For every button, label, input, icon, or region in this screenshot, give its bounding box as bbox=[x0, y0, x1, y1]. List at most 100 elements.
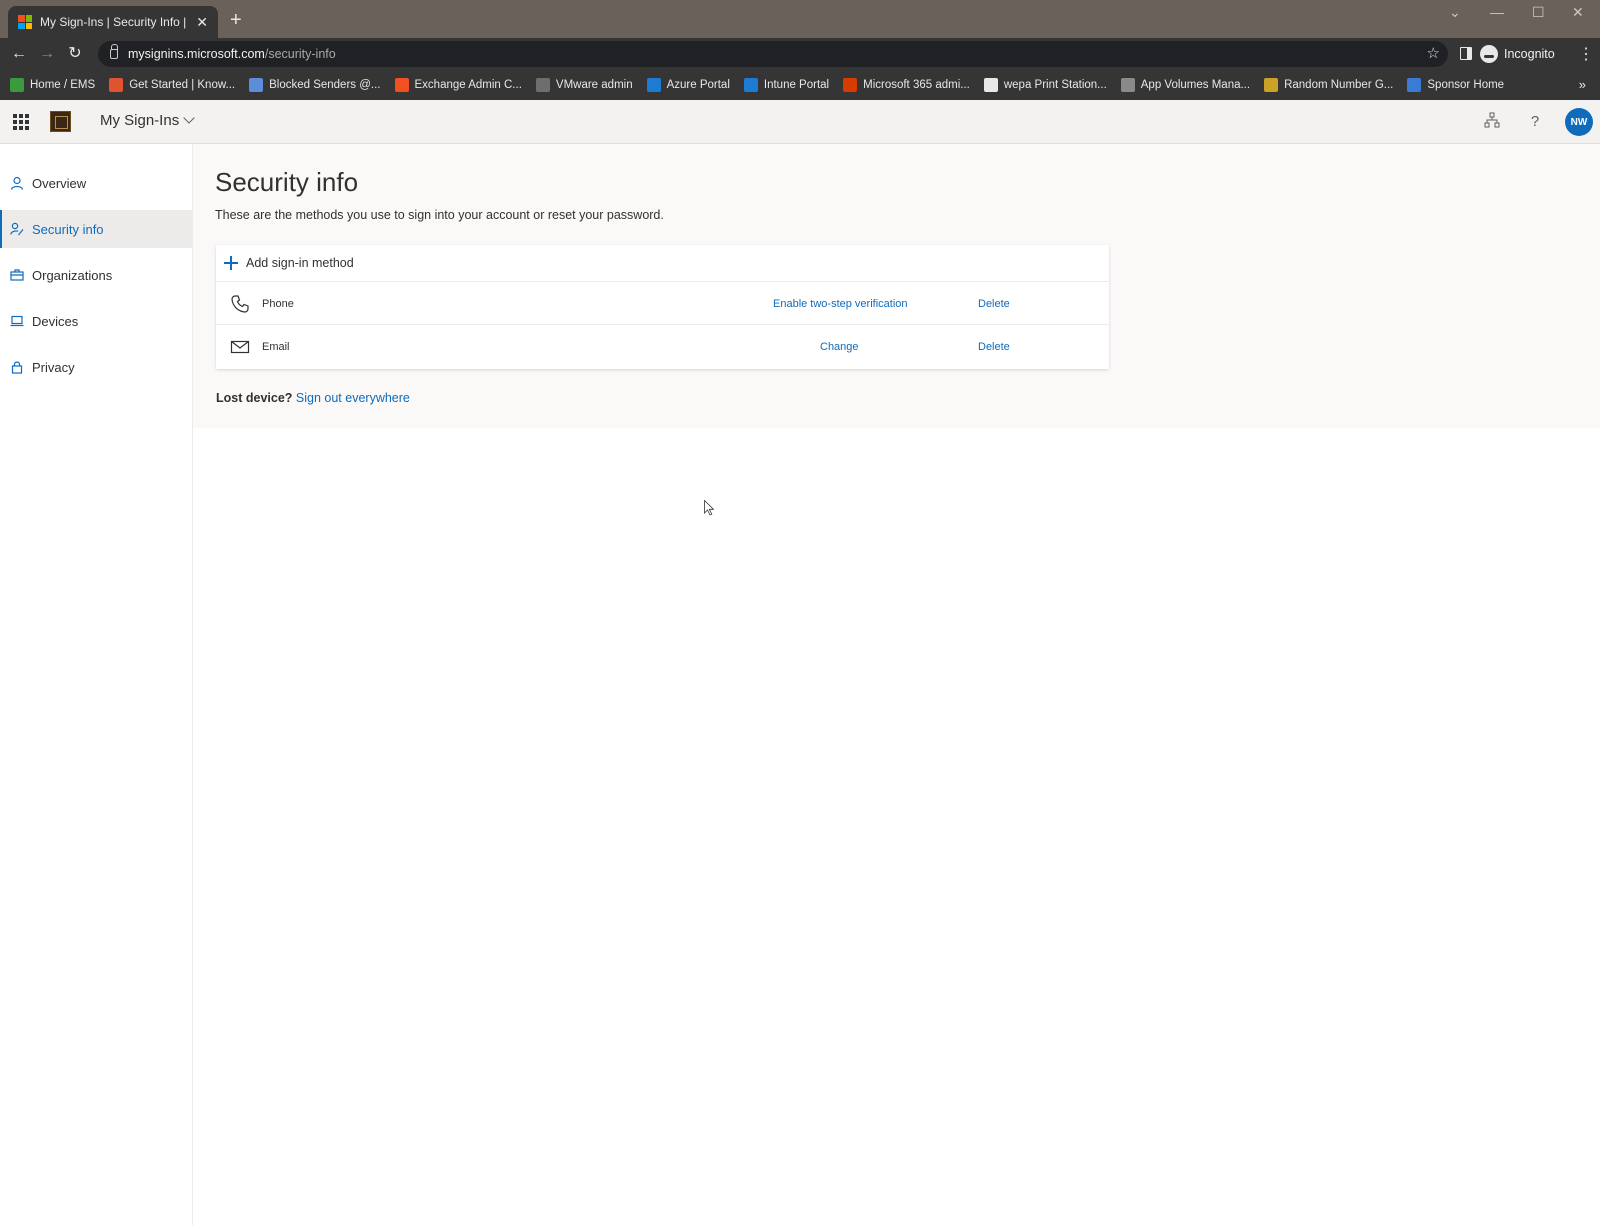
bookmarks-bar: Home / EMS Get Started | Know... Blocked S… bbox=[0, 70, 1600, 100]
bookmark-label: wepa Print Station... bbox=[1003, 79, 1107, 91]
bookmark-label: VMware admin bbox=[555, 79, 633, 91]
method-name: Phone bbox=[262, 298, 294, 310]
bookmark-favicon-icon bbox=[1407, 78, 1422, 92]
app-title: My Sign-Ins bbox=[100, 112, 180, 129]
bookmark-item[interactable]: wepa Print Station... bbox=[983, 78, 1107, 92]
bookmark-item[interactable]: Random Number G... bbox=[1264, 78, 1393, 92]
incognito-icon bbox=[1480, 45, 1498, 63]
app-launcher-icon[interactable] bbox=[13, 114, 29, 130]
sidebar-item-devices[interactable]: Devices bbox=[0, 302, 192, 340]
bookmark-item[interactable]: Exchange Admin C... bbox=[394, 78, 522, 92]
lost-device-label: Lost device? bbox=[216, 391, 293, 405]
incognito-label: Incognito bbox=[1504, 47, 1555, 61]
plus-icon bbox=[224, 256, 238, 270]
more-bookmarks-icon[interactable]: » bbox=[1579, 77, 1586, 92]
method-row-email: Email Change Delete bbox=[216, 325, 1109, 368]
back-button[interactable]: ← bbox=[9, 44, 29, 64]
sidebar-item-label: Privacy bbox=[32, 359, 75, 375]
sidebar-item-overview[interactable]: Overview bbox=[0, 164, 192, 202]
browser-menu-icon[interactable]: ⋮ bbox=[1578, 44, 1594, 64]
sidebar-item-organizations[interactable]: Organizations bbox=[0, 256, 192, 294]
sidebar-item-label: Devices bbox=[32, 313, 79, 329]
change-email-link[interactable]: Change bbox=[820, 341, 859, 353]
bookmark-item[interactable]: App Volumes Mana... bbox=[1120, 78, 1251, 92]
tab-search-icon[interactable]: ⌄ bbox=[1449, 4, 1461, 21]
app-header: My Sign-Ins ? NW bbox=[0, 100, 1600, 144]
url-host: mysignins.microsoft.com bbox=[128, 47, 265, 61]
lost-device-prompt: Lost device? Sign out everywhere bbox=[216, 391, 410, 405]
bookmark-favicon-icon bbox=[1264, 78, 1279, 92]
method-name: Email bbox=[262, 341, 290, 353]
bookmark-item[interactable]: VMware admin bbox=[535, 78, 633, 92]
page-title: Security info bbox=[215, 167, 359, 197]
bookmark-label: Sponsor Home bbox=[1427, 79, 1505, 91]
sign-in-methods-card: Add sign-in method Phone Enable two-step… bbox=[216, 245, 1109, 369]
bookmark-item[interactable]: Sponsor Home bbox=[1407, 78, 1504, 92]
bookmark-label: Azure Portal bbox=[666, 79, 730, 91]
delete-email-link[interactable]: Delete bbox=[978, 341, 1010, 353]
sidebar-item-security-info[interactable]: Security info bbox=[0, 210, 192, 248]
tab-close-icon[interactable]: ✕ bbox=[196, 14, 208, 31]
mouse-cursor-icon bbox=[704, 500, 714, 516]
bookmark-label: Intune Portal bbox=[763, 79, 830, 91]
organization-logo bbox=[50, 111, 71, 132]
app-title-dropdown[interactable]: My Sign-Ins bbox=[100, 112, 195, 129]
bookmark-star-icon[interactable]: ☆ bbox=[1427, 44, 1440, 62]
method-row-phone: Phone Enable two-step verification Delet… bbox=[216, 282, 1109, 325]
bookmark-favicon-icon bbox=[983, 78, 998, 92]
bookmark-favicon-icon bbox=[109, 78, 124, 92]
lock-icon[interactable] bbox=[110, 44, 118, 59]
laptop-icon bbox=[10, 314, 24, 328]
sign-out-everywhere-link[interactable]: Sign out everywhere bbox=[296, 391, 410, 405]
bookmark-label: Microsoft 365 admi... bbox=[863, 79, 970, 91]
enable-two-step-verification-link[interactable]: Enable two-step verification bbox=[773, 298, 908, 310]
bookmark-label: Blocked Senders @... bbox=[269, 79, 381, 91]
bookmark-item[interactable]: Blocked Senders @... bbox=[249, 78, 381, 92]
delete-phone-link[interactable]: Delete bbox=[978, 298, 1010, 310]
bookmark-favicon-icon bbox=[743, 78, 758, 92]
sidebar-item-privacy[interactable]: Privacy bbox=[0, 348, 192, 386]
organization-chart-icon[interactable] bbox=[1482, 112, 1502, 132]
bookmark-item[interactable]: Microsoft 365 admi... bbox=[843, 78, 970, 92]
avatar[interactable]: NW bbox=[1565, 108, 1593, 136]
bookmark-favicon-icon bbox=[249, 78, 264, 92]
bookmark-favicon-icon bbox=[1120, 78, 1135, 92]
maximize-button[interactable]: ☐ bbox=[1532, 4, 1545, 21]
reload-button[interactable]: ↻ bbox=[65, 44, 85, 64]
minimize-button[interactable]: — bbox=[1490, 4, 1504, 20]
chevron-down-icon bbox=[183, 112, 195, 124]
bookmark-item[interactable]: Home / EMS bbox=[10, 78, 95, 92]
phone-icon bbox=[230, 294, 250, 314]
bookmark-label: App Volumes Mana... bbox=[1140, 79, 1251, 91]
url-path: /security-info bbox=[264, 47, 336, 61]
person-icon bbox=[10, 176, 24, 190]
new-tab-button[interactable]: + bbox=[230, 10, 242, 30]
add-sign-in-method-label: Add sign-in method bbox=[246, 256, 354, 270]
person-key-icon bbox=[10, 222, 24, 236]
side-panel-icon[interactable] bbox=[1460, 47, 1472, 60]
browser-tab[interactable]: My Sign-Ins | Security Info | Micr ✕ bbox=[8, 6, 218, 38]
bookmark-favicon-icon bbox=[535, 78, 550, 92]
bookmark-favicon-icon bbox=[843, 78, 858, 92]
address-bar[interactable]: mysignins.microsoft.com/security-info ☆ bbox=[98, 41, 1448, 67]
browser-title-bar: My Sign-Ins | Security Info | Micr ✕ + ⌄… bbox=[0, 0, 1600, 38]
forward-button[interactable]: → bbox=[37, 44, 57, 64]
bookmark-item[interactable]: Intune Portal bbox=[743, 78, 830, 92]
close-window-button[interactable]: ✕ bbox=[1572, 4, 1584, 21]
page-subtitle: These are the methods you use to sign in… bbox=[215, 208, 664, 222]
bookmark-label: Home / EMS bbox=[30, 79, 96, 91]
add-sign-in-method-button[interactable]: Add sign-in method bbox=[216, 245, 1109, 282]
mail-icon bbox=[230, 337, 250, 357]
briefcase-icon bbox=[10, 268, 24, 282]
bookmark-favicon-icon bbox=[646, 78, 661, 92]
browser-toolbar: ← → ↻ mysignins.microsoft.com/security-i… bbox=[0, 38, 1600, 70]
bookmark-label: Exchange Admin C... bbox=[414, 79, 522, 91]
bookmark-item[interactable]: Get Started | Know... bbox=[109, 78, 235, 92]
sidebar-item-label: Overview bbox=[32, 175, 87, 191]
bookmark-label: Random Number G... bbox=[1284, 79, 1394, 91]
bookmark-label: Get Started | Know... bbox=[129, 79, 236, 91]
bookmark-item[interactable]: Azure Portal bbox=[646, 78, 730, 92]
incognito-indicator[interactable]: Incognito bbox=[1480, 43, 1555, 65]
help-icon[interactable]: ? bbox=[1525, 112, 1545, 132]
sidebar-item-label: Organizations bbox=[32, 267, 113, 283]
